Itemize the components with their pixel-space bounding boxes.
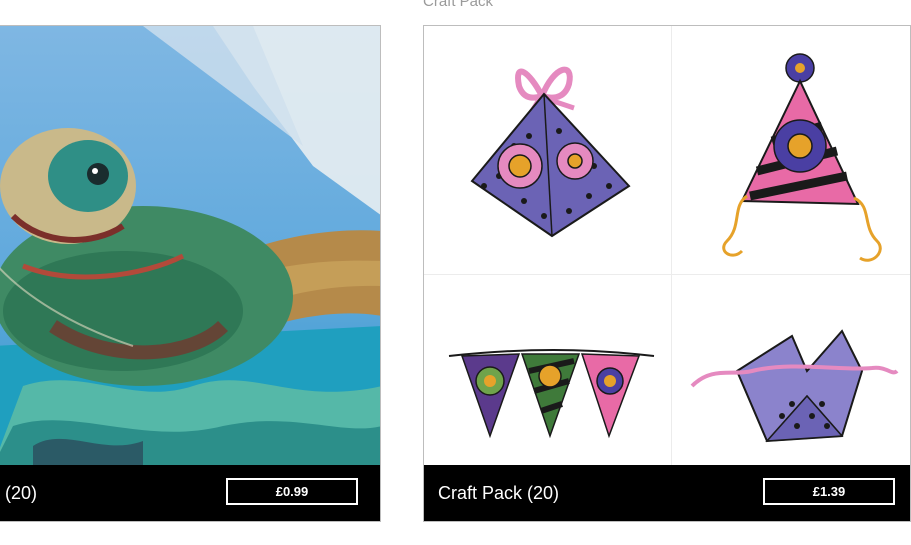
pyramid-gift-box-icon xyxy=(424,26,668,246)
pack-name: k (20) xyxy=(0,483,38,503)
craft-pack-preview xyxy=(424,26,910,466)
grid-divider xyxy=(424,274,910,275)
sea-turtle-illustration xyxy=(0,26,380,466)
party-hat-icon xyxy=(672,26,910,262)
pack-card-turtle[interactable]: k (20) £0.99 xyxy=(0,25,381,522)
buy-price-button[interactable]: £0.99 xyxy=(226,478,358,505)
bunting-flags-icon xyxy=(424,276,668,466)
pack-name: Craft Pack (20) xyxy=(438,483,560,503)
pack-footer: Craft Pack (20) £1.39 xyxy=(424,465,910,521)
pack-footer: k (20) £0.99 xyxy=(0,465,380,521)
paper-crown-box-icon xyxy=(672,276,910,466)
section-label: Craft Pack xyxy=(423,0,494,10)
buy-price-button[interactable]: £1.39 xyxy=(763,478,895,505)
pack-card-craft[interactable]: Craft Pack (20) £1.39 xyxy=(423,25,911,522)
